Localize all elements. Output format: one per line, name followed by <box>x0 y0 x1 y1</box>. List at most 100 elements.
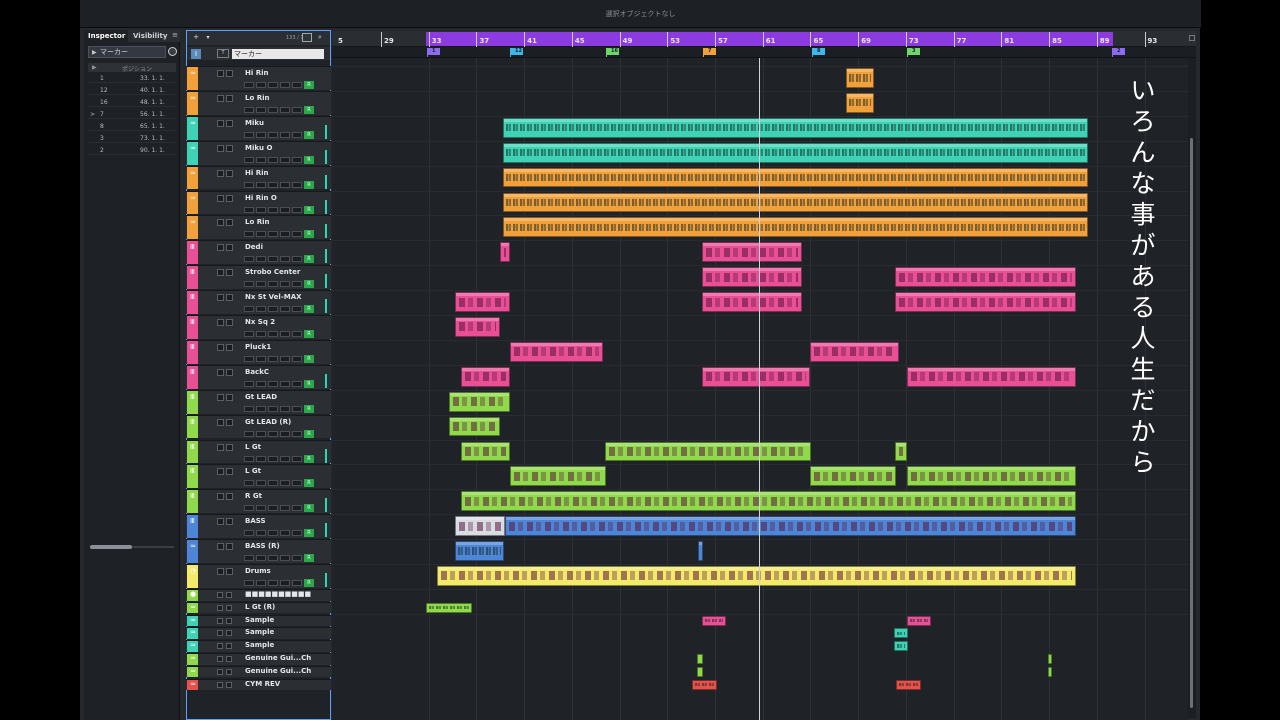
midi-part[interactable] <box>505 516 1076 537</box>
add-track-icon[interactable]: + <box>191 33 201 42</box>
read-automation-button[interactable]: R <box>304 404 314 413</box>
midi-part[interactable] <box>500 242 510 263</box>
audio-event[interactable] <box>697 653 703 664</box>
edit-button[interactable] <box>292 181 302 188</box>
solo-button[interactable] <box>226 668 232 675</box>
read-button[interactable] <box>268 455 278 462</box>
read-button[interactable] <box>268 256 278 263</box>
track-header[interactable]: Ⅲ Pluck1 R <box>186 339 331 364</box>
midi-part[interactable] <box>907 366 1076 387</box>
edit-button[interactable] <box>292 505 302 512</box>
read-automation-button[interactable]: R <box>304 454 314 463</box>
track-header[interactable]: Ⅲ BASS R <box>186 514 331 539</box>
solo-button[interactable] <box>226 655 232 662</box>
read-automation-button[interactable]: R <box>304 305 314 314</box>
solo-button[interactable] <box>226 617 232 624</box>
marker-flag[interactable]: 2 <box>1112 48 1125 57</box>
record-enable-button[interactable] <box>256 106 266 113</box>
monitor-button[interactable] <box>244 555 254 562</box>
hamburger-icon[interactable]: ≡ <box>172 31 178 39</box>
edit-button[interactable] <box>292 405 302 412</box>
record-enable-button[interactable] <box>256 206 266 213</box>
track-header[interactable]: ≈ Sample <box>186 627 331 640</box>
audio-event[interactable] <box>1048 653 1052 664</box>
edit-button[interactable] <box>292 106 302 113</box>
audio-event[interactable] <box>503 192 1088 213</box>
monitor-button[interactable] <box>244 206 254 213</box>
track-header[interactable]: ≈ Hi Rin R <box>186 66 331 90</box>
record-enable-button[interactable] <box>256 231 266 238</box>
mute-button[interactable] <box>217 169 224 177</box>
event-display[interactable] <box>332 58 1188 720</box>
edit-button[interactable] <box>292 281 302 288</box>
track-header[interactable]: Ⅲ Nx Sq 2 R <box>186 315 331 339</box>
mute-button[interactable] <box>217 269 224 277</box>
write-button[interactable] <box>280 82 290 88</box>
midi-part[interactable] <box>510 341 603 362</box>
edit-button[interactable] <box>292 82 302 88</box>
solo-button[interactable] <box>226 194 233 202</box>
midi-part[interactable] <box>449 391 510 412</box>
read-automation-button[interactable]: R <box>304 230 314 239</box>
midi-part[interactable] <box>895 441 907 462</box>
mute-button[interactable] <box>217 604 223 611</box>
edit-button[interactable] <box>292 131 302 138</box>
marker-list-row[interactable]: 2 90. 1. 1. <box>88 146 176 155</box>
read-automation-button[interactable]: R <box>304 280 314 289</box>
record-enable-button[interactable] <box>256 580 266 586</box>
read-automation-button[interactable]: R <box>304 155 314 164</box>
record-enable-button[interactable] <box>256 555 266 562</box>
write-button[interactable] <box>280 430 290 437</box>
edit-button[interactable] <box>292 331 302 337</box>
midi-part[interactable] <box>907 466 1076 487</box>
read-button[interactable] <box>268 156 278 163</box>
marker-flag[interactable]: 3 <box>907 48 920 57</box>
write-button[interactable] <box>280 181 290 188</box>
marker-lock-button[interactable]: T <box>217 49 229 58</box>
audio-event[interactable] <box>697 666 703 677</box>
read-automation-button[interactable]: R <box>304 81 314 89</box>
midi-part[interactable] <box>702 292 802 312</box>
read-button[interactable] <box>268 355 278 362</box>
monitor-button[interactable] <box>244 480 254 487</box>
solo-button[interactable] <box>226 94 233 102</box>
write-button[interactable] <box>280 256 290 263</box>
solo-button[interactable] <box>226 319 233 326</box>
write-button[interactable] <box>280 206 290 213</box>
read-button[interactable] <box>268 231 278 238</box>
marker-track-header[interactable]: I T マーカー <box>187 47 330 60</box>
monitor-button[interactable] <box>244 580 254 586</box>
edit-button[interactable] <box>292 455 302 462</box>
monitor-button[interactable] <box>244 82 254 88</box>
read-automation-button[interactable]: R <box>304 429 314 438</box>
monitor-button[interactable] <box>244 530 254 537</box>
track-header[interactable]: Ⅲ Strobo Center R <box>186 265 331 290</box>
midi-part[interactable] <box>605 441 811 462</box>
solo-button[interactable] <box>226 681 232 688</box>
write-button[interactable] <box>280 580 290 586</box>
read-automation-button[interactable]: R <box>304 379 314 388</box>
write-button[interactable] <box>280 455 290 462</box>
audio-event[interactable] <box>896 679 921 690</box>
read-button[interactable] <box>268 82 278 88</box>
drum-part[interactable] <box>437 566 1076 586</box>
track-header[interactable]: ≈ Genuine Gui...Ch <box>186 652 331 665</box>
solo-button[interactable] <box>226 393 233 401</box>
midi-part[interactable] <box>702 242 802 263</box>
mute-button[interactable] <box>217 443 224 451</box>
write-button[interactable] <box>280 131 290 138</box>
read-button[interactable] <box>268 206 278 213</box>
mute-button[interactable] <box>217 70 224 77</box>
audio-event[interactable] <box>503 167 1088 188</box>
record-enable-button[interactable] <box>256 181 266 188</box>
midi-part[interactable] <box>461 366 510 387</box>
monitor-button[interactable] <box>244 405 254 412</box>
marker-track-name[interactable]: マーカー <box>232 49 324 59</box>
mute-button[interactable] <box>217 144 224 152</box>
edit-button[interactable] <box>292 256 302 263</box>
mute-button[interactable] <box>217 591 223 598</box>
solo-button[interactable] <box>226 468 233 476</box>
track-header[interactable]: ≈ Genuine Gui...Ch <box>186 665 331 678</box>
record-enable-button[interactable] <box>256 156 266 163</box>
read-button[interactable] <box>268 306 278 313</box>
